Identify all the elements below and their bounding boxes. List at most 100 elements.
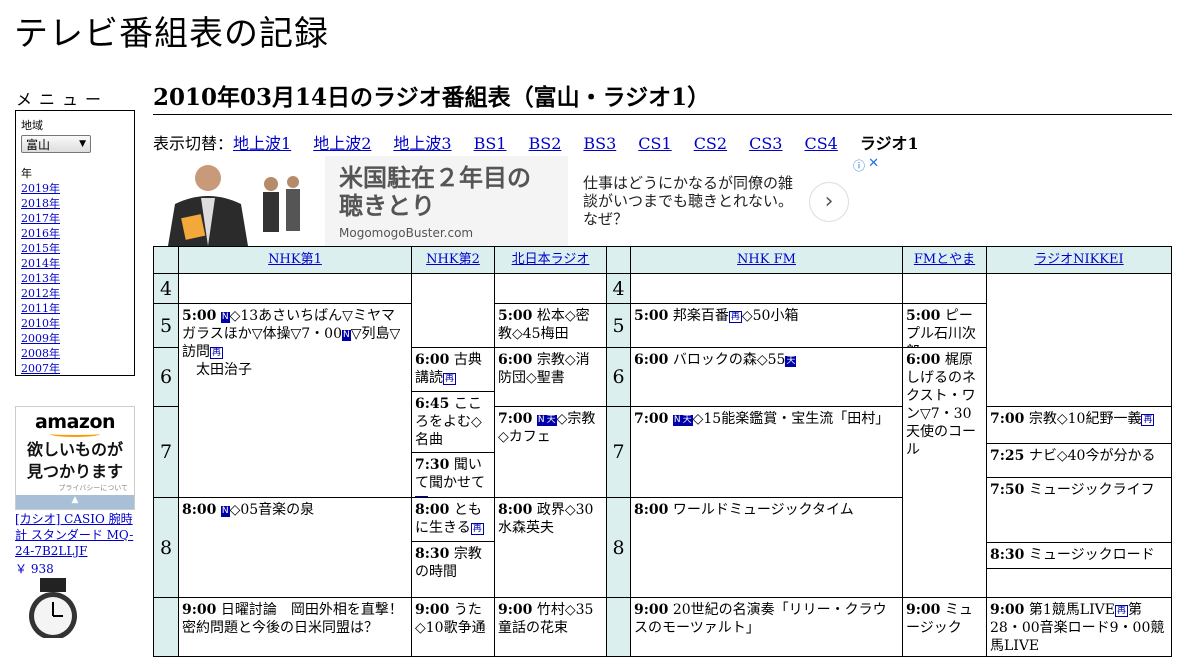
program-time: 7:00: [634, 411, 669, 427]
chevron-right-icon[interactable]: ›: [809, 182, 849, 222]
year-link-2013[interactable]: 2013年: [21, 271, 129, 286]
program-title: ワールドミュージックタイム: [672, 502, 854, 518]
program-cell-empty: [178, 273, 412, 304]
program-title: バロックの森◇55: [672, 352, 786, 368]
program-cell-empty: [411, 273, 495, 348]
program-cell: 9:00 第1競馬LIVE 再第28・00音楽ロード9・00競馬LIVE: [986, 597, 1172, 657]
year-link-2015[interactable]: 2015年: [21, 241, 129, 256]
product-link[interactable]: [カシオ] CASIO 腕時計 スタンダード MQ-24-7B2LLJF: [15, 511, 137, 559]
program-time: 6:00: [906, 352, 941, 368]
program-cell: 9:00 日曜討論 岡田外相を直撃！密約問題と今後の日米同盟は？: [178, 597, 412, 657]
switch-link-bs3[interactable]: BS3: [583, 134, 616, 153]
hour-cell: 7: [606, 406, 631, 498]
amazon-bar: ▲: [16, 495, 134, 509]
program-time: 9:00: [990, 602, 1025, 618]
program-cell: 8:00 政界◇30水森英夫: [494, 497, 607, 598]
year-link-2007[interactable]: 2007年: [21, 361, 129, 376]
year-label: 年: [21, 167, 32, 180]
program-title: 日曜討論 岡田外相を直撃！密約問題と今後の日米同盟は？: [182, 602, 403, 636]
program-cell: 6:00 宗教◇消防団◇聖書: [494, 347, 607, 407]
weather-badge-icon: 天: [681, 415, 693, 426]
program-time: 5:00: [906, 308, 941, 324]
year-link-2012[interactable]: 2012年: [21, 286, 129, 301]
ad-headline: 米国駐在２年目の聴きとり: [339, 164, 531, 220]
program-time: 8:30: [415, 546, 450, 562]
switch-link-bs1[interactable]: BS1: [474, 134, 507, 153]
channel-link-fmtoyama[interactable]: FMとやま: [914, 252, 975, 267]
ad-domain: MogomogoBuster.com: [339, 226, 474, 240]
switch-link-chijo3[interactable]: 地上波3: [393, 134, 451, 153]
info-icon[interactable]: ⓘ: [853, 157, 865, 174]
amazon-ad[interactable]: amazon 欲しいものが 見つかります プライバシーについて ▲: [15, 406, 135, 510]
channel-link-nhk1[interactable]: NHK第1: [268, 252, 322, 267]
region-select[interactable]: 富山 ▼: [21, 135, 91, 153]
channel-header-nhk1: NHK第1: [178, 246, 412, 274]
year-link-2010[interactable]: 2010年: [21, 316, 129, 331]
switch-link-cs2[interactable]: CS2: [694, 134, 727, 153]
corner-cell-2: [606, 246, 631, 274]
program-cell: 7:50 ミュージックライフ: [986, 477, 1172, 543]
hour-cell: 8: [606, 497, 631, 598]
channel-header-nhkfm: NHK FM: [630, 246, 903, 274]
channel-link-nhk2[interactable]: NHK第2: [426, 252, 480, 267]
channel-header-nikkei: ラジオNIKKEI: [986, 246, 1172, 274]
channel-link-nhkfm[interactable]: NHK FM: [737, 252, 796, 267]
program-title: ミュージックロード: [1028, 547, 1155, 563]
ad-body: 仕事はどうにかなるが同僚の雑談がいつまでも聴きとれない。なぜ？: [583, 174, 794, 228]
year-link-2017[interactable]: 2017年: [21, 211, 129, 226]
program-cell: 8:00 N◇05音楽の泉: [178, 497, 412, 598]
close-icon[interactable]: ✕: [868, 156, 879, 171]
program-time: 7:50: [990, 482, 1025, 498]
hour-cell: 4: [606, 273, 631, 304]
news-badge-icon: N: [672, 415, 682, 426]
program-title: ミュージックライフ: [1028, 482, 1155, 498]
program-cell-empty: [986, 568, 1172, 598]
program-time: 5:00: [182, 308, 217, 324]
switch-link-chijo2[interactable]: 地上波2: [313, 134, 371, 153]
rerun-badge-icon: 再: [443, 373, 457, 385]
switch-link-cs4[interactable]: CS4: [804, 134, 837, 153]
switch-link-bs2[interactable]: BS2: [528, 134, 561, 153]
program-cell: 7:00 宗教◇10紀野一義再: [986, 406, 1172, 444]
program-time: 9:00: [906, 602, 941, 618]
year-link-2019[interactable]: 2019年: [21, 181, 129, 196]
year-link-2011[interactable]: 2011年: [21, 301, 129, 316]
watch-image[interactable]: [18, 578, 88, 638]
program-title: ◇05音楽の泉: [229, 502, 315, 518]
site-title: テレビ番組表の記録: [14, 14, 329, 54]
hour-cell: [606, 597, 631, 657]
year-link-2016[interactable]: 2016年: [21, 226, 129, 241]
banner-ad[interactable]: 米国駐在２年目の聴きとり MogomogoBuster.com 仕事はどうにかな…: [153, 156, 881, 246]
program-time: 8:30: [990, 547, 1025, 563]
channel-link-knb[interactable]: 北日本ラジオ: [512, 252, 590, 267]
year-link-2009[interactable]: 2009年: [21, 331, 129, 346]
program-cell: 5:00 N◇13あさいちばん▽ミヤマガラスほか▽体操▽7・00N▽列島▽訪問再…: [178, 303, 412, 498]
year-link-2018[interactable]: 2018年: [21, 196, 129, 211]
program-cell: 5:00 松本◇密教◇45梅田: [494, 303, 607, 348]
program-title: ◇15能楽鑑賞・宝生流「田村」: [692, 411, 890, 427]
program-title: 宗教◇10紀野一義: [1028, 411, 1142, 427]
switch-link-cs3[interactable]: CS3: [749, 134, 782, 153]
program-title: 太田治子: [182, 362, 252, 378]
program-time: 8:00: [415, 502, 450, 518]
program-time: 7:00: [990, 411, 1025, 427]
program-cell: 9:00 うた◇10歌争通: [411, 597, 495, 657]
year-link-2014[interactable]: 2014年: [21, 256, 129, 271]
channel-link-nikkei[interactable]: ラジオNIKKEI: [1034, 252, 1123, 267]
amazon-privacy[interactable]: プライバシーについて: [16, 483, 134, 493]
program-time: 8:00: [498, 502, 533, 518]
news-badge-icon: N: [536, 415, 546, 426]
program-time: 8:00: [182, 502, 217, 518]
page-title: 2010年03月14日のラジオ番組表（富山・ラジオ1）: [153, 84, 1172, 115]
program-cell: 5:00 ピープル石川次郎: [902, 303, 987, 348]
program-cell: 7:00 N 天◇15能楽鑑賞・宝生流「田村」: [630, 406, 903, 498]
switch-link-cs1[interactable]: CS1: [638, 134, 671, 153]
switch-link-chijo1[interactable]: 地上波1: [233, 134, 291, 153]
hour-cell: 6: [153, 347, 179, 407]
year-link-2008[interactable]: 2008年: [21, 346, 129, 361]
hour-cell: 6: [606, 347, 631, 407]
program-cell-empty: [630, 273, 903, 304]
program-time: 5:00: [634, 308, 669, 324]
program-cell: 6:45 こころをよむ◇名曲: [411, 391, 495, 453]
program-time: 9:00: [498, 602, 533, 618]
